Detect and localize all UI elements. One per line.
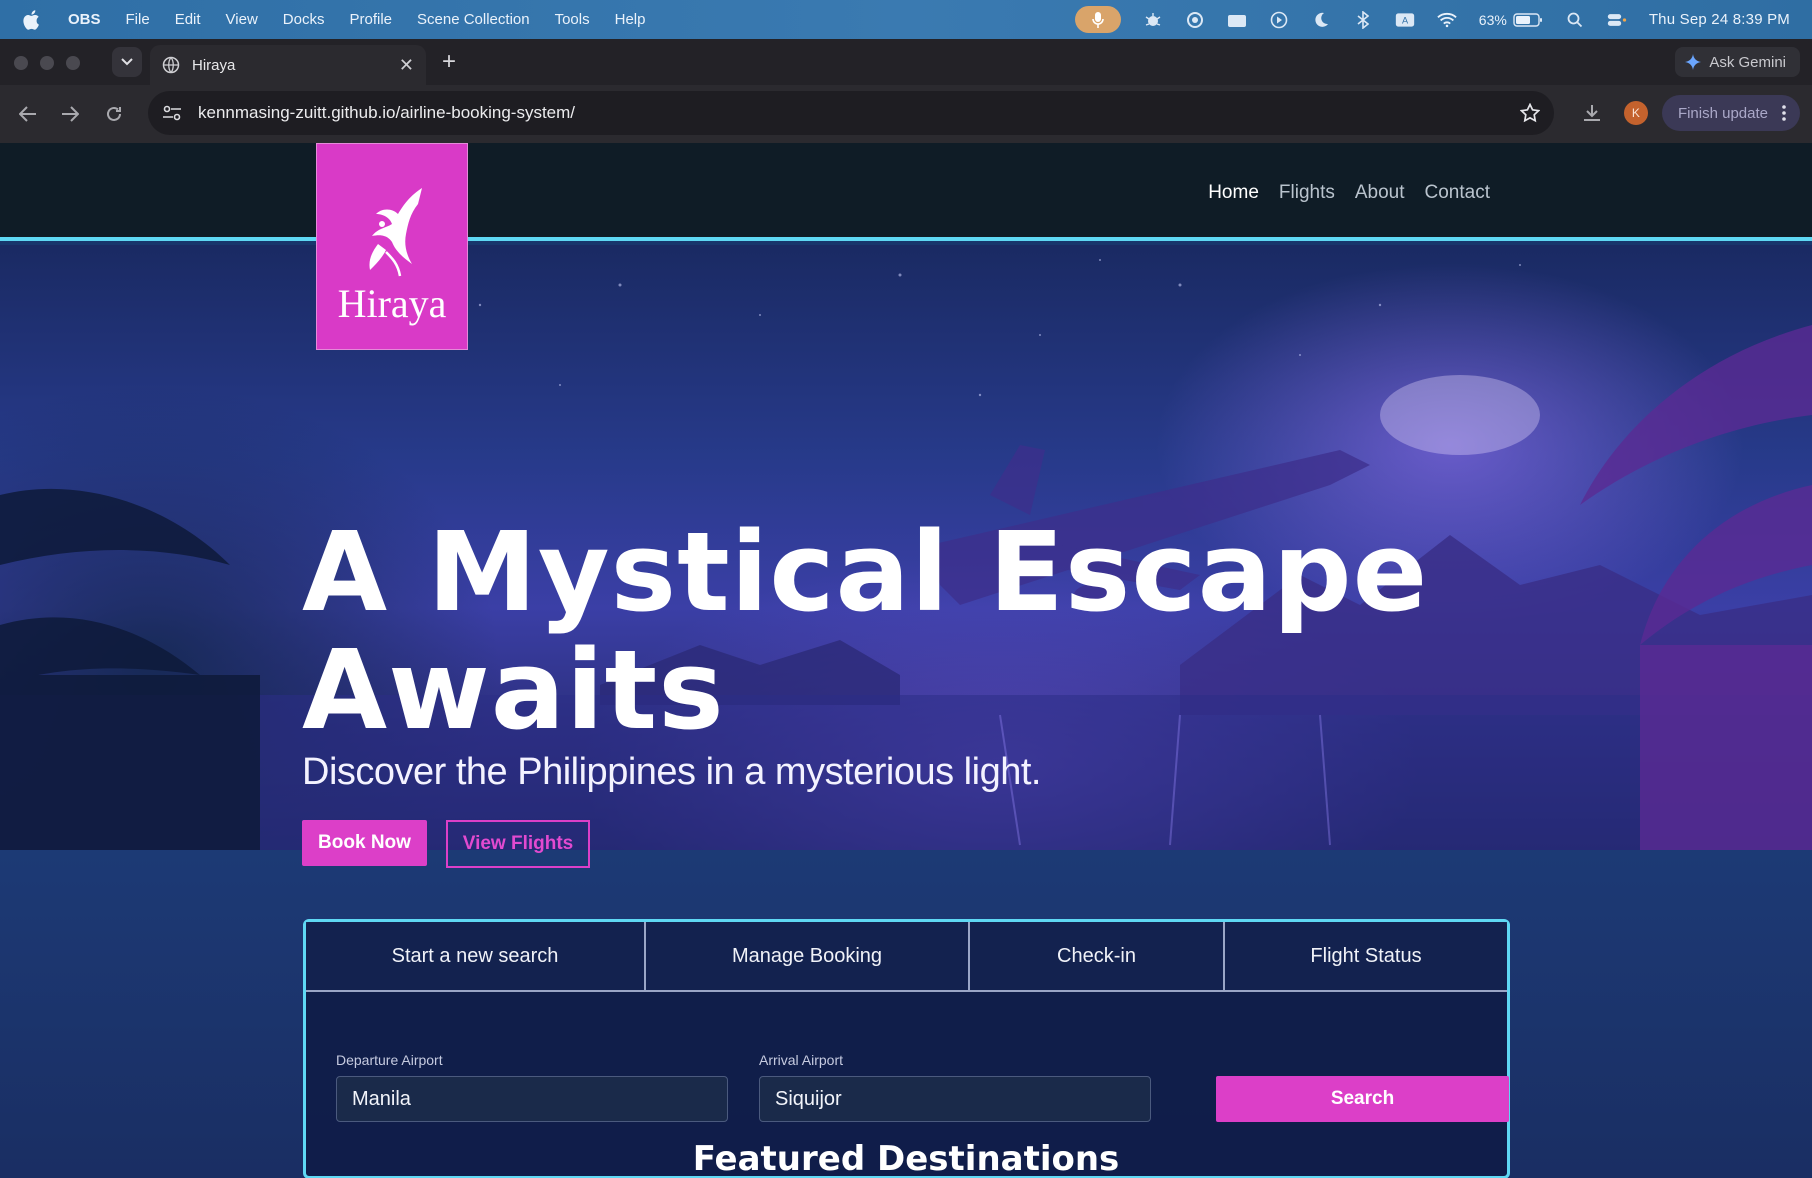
menu-profile[interactable]: Profile <box>349 11 392 28</box>
bug-icon[interactable] <box>1143 11 1163 29</box>
toolbar-right: K Finish update <box>1582 91 1812 135</box>
new-tab-icon[interactable]: + <box>442 50 456 74</box>
web-page: Home Flights About Contact Hiraya A Myst… <box>0 143 1812 1178</box>
departure-field: Departure Airport Manila <box>336 1052 728 1122</box>
site-logo[interactable]: Hiraya <box>316 143 468 350</box>
arrival-field: Arrival Airport Siquijor <box>759 1052 1151 1122</box>
bookmark-star-icon[interactable] <box>1520 103 1540 123</box>
chevron-down-icon <box>121 58 133 66</box>
gemini-sparkle-icon <box>1685 54 1702 70</box>
menu-items: OBS File Edit View Docks Profile Scene C… <box>68 11 645 28</box>
site-nav-links: Home Flights About Contact <box>1208 182 1490 204</box>
view-flights-button[interactable]: View Flights <box>446 820 590 868</box>
menu-edit[interactable]: Edit <box>175 11 201 28</box>
search-panel-tabs: Start a new search Manage Booking Check-… <box>306 922 1507 992</box>
macos-menu-bar: OBS File Edit View Docks Profile Scene C… <box>0 0 1812 39</box>
url-text: kennmasing-zuitt.github.io/airline-booki… <box>198 103 576 122</box>
obs-record-icon[interactable] <box>1185 11 1205 29</box>
profile-avatar[interactable]: K <box>1623 101 1648 125</box>
play-icon[interactable] <box>1269 11 1289 29</box>
departure-airport-input[interactable]: Manila <box>336 1076 728 1122</box>
hero-title: A Mystical Escape Awaits <box>302 513 1502 749</box>
search-button[interactable]: Search <box>1216 1076 1509 1122</box>
menu-scene-collection[interactable]: Scene Collection <box>417 11 530 28</box>
menu-view[interactable]: View <box>226 11 258 28</box>
finish-update-label: Finish update <box>1677 104 1768 122</box>
ask-gemini-button[interactable]: Ask Gemini <box>1675 47 1800 77</box>
nav-about-link[interactable]: About <box>1355 182 1405 204</box>
browser-chrome: Hiraya ✕ + Ask Gemini kennmasing-zuitt.g… <box>0 39 1812 143</box>
back-arrow-icon[interactable] <box>14 100 42 128</box>
wifi-icon[interactable] <box>1437 11 1457 29</box>
nav-flights-link[interactable]: Flights <box>1279 182 1335 204</box>
logo-wordmark: Hiraya <box>337 281 447 326</box>
tab-title: Hiraya <box>192 56 236 74</box>
globe-icon <box>162 56 180 74</box>
svg-text:A: A <box>1402 15 1409 25</box>
spotlight-search-icon[interactable] <box>1565 11 1585 29</box>
site-settings-icon[interactable] <box>162 104 182 122</box>
window-controls <box>14 56 80 70</box>
book-now-button[interactable]: Book Now <box>302 820 427 866</box>
moon-icon[interactable] <box>1311 11 1331 29</box>
keyboard-input-icon[interactable]: A <box>1395 11 1415 29</box>
arrival-label: Arrival Airport <box>759 1052 844 1068</box>
menu-docks[interactable]: Docks <box>283 11 325 28</box>
nav-home-link[interactable]: Home <box>1208 182 1259 204</box>
featured-destinations-heading: Featured Destinations <box>692 1139 1120 1178</box>
status-area: A 63% Thu Sep 24 8:39 PM <box>1074 6 1790 33</box>
menu-file[interactable]: File <box>126 11 150 28</box>
address-bar[interactable]: kennmasing-zuitt.github.io/airline-booki… <box>148 91 1554 135</box>
hummingbird-flower-logo-icon <box>369 188 422 277</box>
tab-start-new-search[interactable]: Start a new search <box>306 922 646 990</box>
menu-app-name[interactable]: OBS <box>68 11 101 28</box>
microphone-icon[interactable] <box>1074 6 1121 33</box>
menu-tools[interactable]: Tools <box>555 11 590 28</box>
battery-icon <box>1513 12 1542 27</box>
apple-menu-icon[interactable] <box>22 9 40 30</box>
tab-strip: Hiraya ✕ + Ask Gemini <box>0 39 1812 85</box>
zoom-window-button[interactable] <box>66 56 80 70</box>
departure-label: Departure Airport <box>336 1052 443 1068</box>
download-icon[interactable] <box>1582 103 1602 123</box>
battery-percent: 63% <box>1478 11 1507 28</box>
forward-arrow-icon[interactable] <box>56 100 84 128</box>
reload-icon[interactable] <box>100 100 128 128</box>
tab-check-in[interactable]: Check-in <box>970 922 1225 990</box>
more-vert-icon <box>1782 105 1786 121</box>
site-navbar: Home Flights About Contact <box>0 143 1812 241</box>
menu-bar-clock[interactable]: Thu Sep 24 8:39 PM <box>1649 11 1790 28</box>
tab-flight-status[interactable]: Flight Status <box>1225 922 1507 990</box>
hero-title-line-2: Awaits <box>302 626 725 754</box>
close-tab-icon[interactable]: ✕ <box>399 55 414 76</box>
browser-tab[interactable]: Hiraya ✕ <box>150 45 426 85</box>
battery-indicator[interactable]: 63% <box>1479 12 1543 28</box>
tab-manage-booking[interactable]: Manage Booking <box>646 922 970 990</box>
bluetooth-icon[interactable] <box>1353 10 1373 29</box>
nav-contact-link[interactable]: Contact <box>1425 182 1490 204</box>
minimize-window-button[interactable] <box>40 56 54 70</box>
folder-icon[interactable] <box>1227 11 1247 29</box>
menu-help[interactable]: Help <box>615 11 646 28</box>
finish-update-button[interactable]: Finish update <box>1661 95 1800 131</box>
tab-search-button[interactable] <box>112 47 142 77</box>
hero-title-line-1: A Mystical Escape <box>302 508 1429 636</box>
control-center-icon[interactable] <box>1607 11 1627 29</box>
browser-toolbar: kennmasing-zuitt.github.io/airline-booki… <box>0 85 1812 143</box>
hero-subtitle: Discover the Philippines in a mysterious… <box>302 751 1041 793</box>
arrival-airport-input[interactable]: Siquijor <box>759 1076 1151 1122</box>
close-window-button[interactable] <box>14 56 28 70</box>
ask-gemini-label: Ask Gemini <box>1709 53 1786 71</box>
